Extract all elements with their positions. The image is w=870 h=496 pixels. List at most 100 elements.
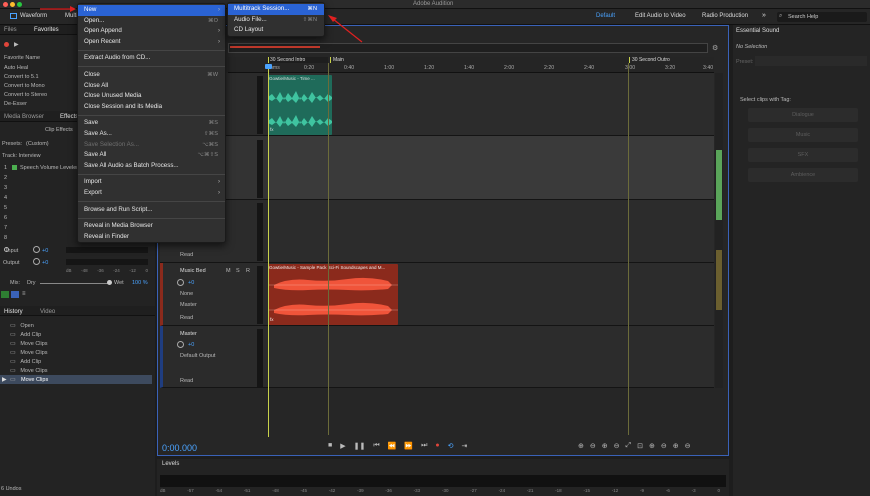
volume-knob[interactable]	[177, 279, 184, 286]
skip-icon[interactable]: ⇥	[462, 442, 468, 450]
tag-sfx-button[interactable]: SFX	[748, 148, 858, 162]
vertical-scrollbar[interactable]	[715, 73, 723, 388]
zoom-in-tracks-icon[interactable]: ⊕	[673, 442, 679, 450]
history-item[interactable]: ▭ Open	[10, 322, 34, 329]
tag-music-button[interactable]: Music	[748, 128, 858, 142]
zoom-selection-icon[interactable]: ⊡	[637, 442, 643, 450]
record-arm-button[interactable]: R	[246, 268, 250, 274]
tag-dialogue-button[interactable]: Dialogue	[748, 108, 858, 122]
play-icon[interactable]: ▶	[340, 442, 345, 450]
output-select[interactable]: Default Output	[180, 353, 215, 359]
menu-item-save-all-audio-as-batch-process[interactable]: Save All Audio as Batch Process...	[78, 161, 225, 172]
menu-item-label: Close Unused Media	[84, 92, 142, 100]
mix-label: Mix:	[10, 280, 21, 286]
favorite-item[interactable]: De-Esser	[4, 101, 27, 106]
tab-history[interactable]: History	[4, 309, 23, 315]
menu-item-close-all[interactable]: Close All	[78, 81, 225, 92]
fx-power-toggle[interactable]	[1, 291, 9, 298]
playhead[interactable]	[268, 65, 269, 437]
solo-button[interactable]: S	[236, 268, 240, 274]
zoom-out-amplitude-icon[interactable]: ⊖	[590, 442, 596, 450]
menu-item-export[interactable]: Export ›	[78, 188, 225, 199]
settings-icon[interactable]: ≡	[22, 291, 26, 297]
menu-item-close[interactable]: Close ⌘W	[78, 70, 225, 81]
loop-icon[interactable]: ⟲	[448, 442, 454, 450]
stop-icon[interactable]: ■	[328, 442, 332, 450]
track-meter	[257, 266, 263, 324]
effect-slot-number: 2	[4, 175, 8, 181]
favorite-item[interactable]: Convert to Mono	[4, 83, 45, 89]
zoom-full-icon[interactable]: ⤢	[626, 442, 632, 450]
timecode-display[interactable]: 0:00.000	[162, 443, 197, 453]
history-item[interactable]: ▭ Add Clip	[10, 358, 41, 365]
menu-item-close-unused-media[interactable]: Close Unused Media	[78, 91, 225, 102]
input-select[interactable]: None	[180, 291, 193, 297]
zoom-in-time-icon[interactable]: ⊕	[602, 442, 608, 450]
menu-item-close-session-and-its-media[interactable]: Close Session and its Media	[78, 102, 225, 113]
menu-item-save[interactable]: Save ⌘S	[78, 118, 225, 129]
zoom-in-amplitude-icon[interactable]: ⊕	[578, 442, 584, 450]
audio-clip-interview[interactable]: Gowtie/Music - Time ... fx	[268, 75, 332, 135]
mix-slider[interactable]	[40, 283, 110, 284]
mute-button[interactable]: M	[226, 268, 231, 274]
rewind-icon[interactable]: ⏪	[388, 442, 397, 450]
zoom-out-point-icon[interactable]: ⊖	[661, 442, 667, 450]
tab-effects[interactable]: Effects	[60, 114, 78, 120]
menu-item-label: Save	[84, 119, 99, 127]
favorite-item[interactable]: Convert to Stereo	[4, 92, 47, 98]
mix-slider-thumb[interactable]	[107, 280, 112, 285]
output-knob[interactable]	[33, 258, 40, 265]
effect-power-icon[interactable]	[12, 165, 17, 170]
volume-value[interactable]: +0	[188, 342, 194, 348]
menu-item-save-all[interactable]: Save All ⌥⌘⇧S	[78, 150, 225, 161]
automation-mode[interactable]: Read	[180, 378, 193, 384]
history-item-label: Move Clips	[20, 368, 48, 374]
clip-effects-tab[interactable]: Clip Effects	[45, 127, 73, 133]
zoom-out-time-icon[interactable]: ⊖	[614, 442, 620, 450]
pause-icon[interactable]: ❚❚	[354, 442, 366, 450]
next-icon[interactable]: ⏭	[421, 442, 427, 450]
history-item[interactable]: ▭ Move Clips	[10, 349, 48, 356]
output-select[interactable]: Master	[180, 302, 197, 308]
automation-mode[interactable]: Read	[180, 315, 193, 321]
menu-item-import[interactable]: Import ›	[78, 177, 225, 188]
effect-slot-number: 1	[4, 165, 8, 171]
zoom-out-tracks-icon[interactable]: ⊖	[685, 442, 691, 450]
track-name-master[interactable]: Master	[180, 331, 197, 337]
ruler-label: 1:40	[464, 65, 475, 71]
history-item-selected[interactable]: ▶ ▭ Move Clips	[0, 375, 152, 384]
tab-video[interactable]: Video	[40, 309, 55, 315]
menu-item-browse-and-run-script[interactable]: Browse and Run Script...	[78, 205, 225, 216]
menu-item-reveal-in-finder[interactable]: Reveal in Finder	[78, 232, 225, 243]
presets-dropdown[interactable]: (Custom)	[26, 141, 49, 147]
history-item-label: Move Clips	[20, 341, 48, 347]
record-icon[interactable]: ●	[435, 442, 439, 450]
menu-item-reveal-in-media-browser[interactable]: Reveal in Media Browser	[78, 221, 225, 232]
favorite-item[interactable]: Auto Heal	[4, 65, 28, 71]
zoom-in-point-icon[interactable]: ⊕	[649, 442, 655, 450]
playhead-handle[interactable]	[265, 64, 272, 69]
history-item[interactable]: ▭ Move Clips	[10, 367, 48, 374]
menu-item-save-as[interactable]: Save As... ⇧⌘S	[78, 129, 225, 140]
scroll-segment-olive	[716, 250, 722, 310]
previous-icon[interactable]: ⏮	[373, 442, 379, 450]
tag-ambience-button[interactable]: Ambience	[748, 168, 858, 182]
audio-clip-music-bed[interactable]: Gowtie/Music - Sample Pack Sci-Fi Sounds…	[268, 264, 398, 325]
input-knob[interactable]	[33, 246, 40, 253]
input-value[interactable]: +0	[42, 248, 48, 254]
effect-slot-name[interactable]: Speech Volume Leveler	[20, 165, 78, 171]
history-item[interactable]: ▭ Add Clip	[10, 331, 41, 338]
history-item-label: Add Clip	[20, 332, 42, 338]
list-view-icon[interactable]	[11, 291, 19, 298]
tab-media-browser[interactable]: Media Browser	[4, 114, 44, 120]
mix-value[interactable]: 100 %	[132, 280, 148, 286]
favorite-item[interactable]: Convert to 5.1	[4, 74, 39, 80]
forward-icon[interactable]: ⏩	[404, 442, 413, 450]
track-name-music-bed[interactable]: Music Bed	[180, 268, 206, 274]
output-value[interactable]: +0	[42, 260, 48, 266]
history-item[interactable]: ▭ Move Clips	[10, 340, 48, 347]
scroll-segment-green[interactable]	[716, 150, 722, 220]
automation-mode[interactable]: Read	[180, 252, 193, 258]
volume-value[interactable]: +0	[188, 280, 194, 286]
volume-knob[interactable]	[177, 341, 184, 348]
